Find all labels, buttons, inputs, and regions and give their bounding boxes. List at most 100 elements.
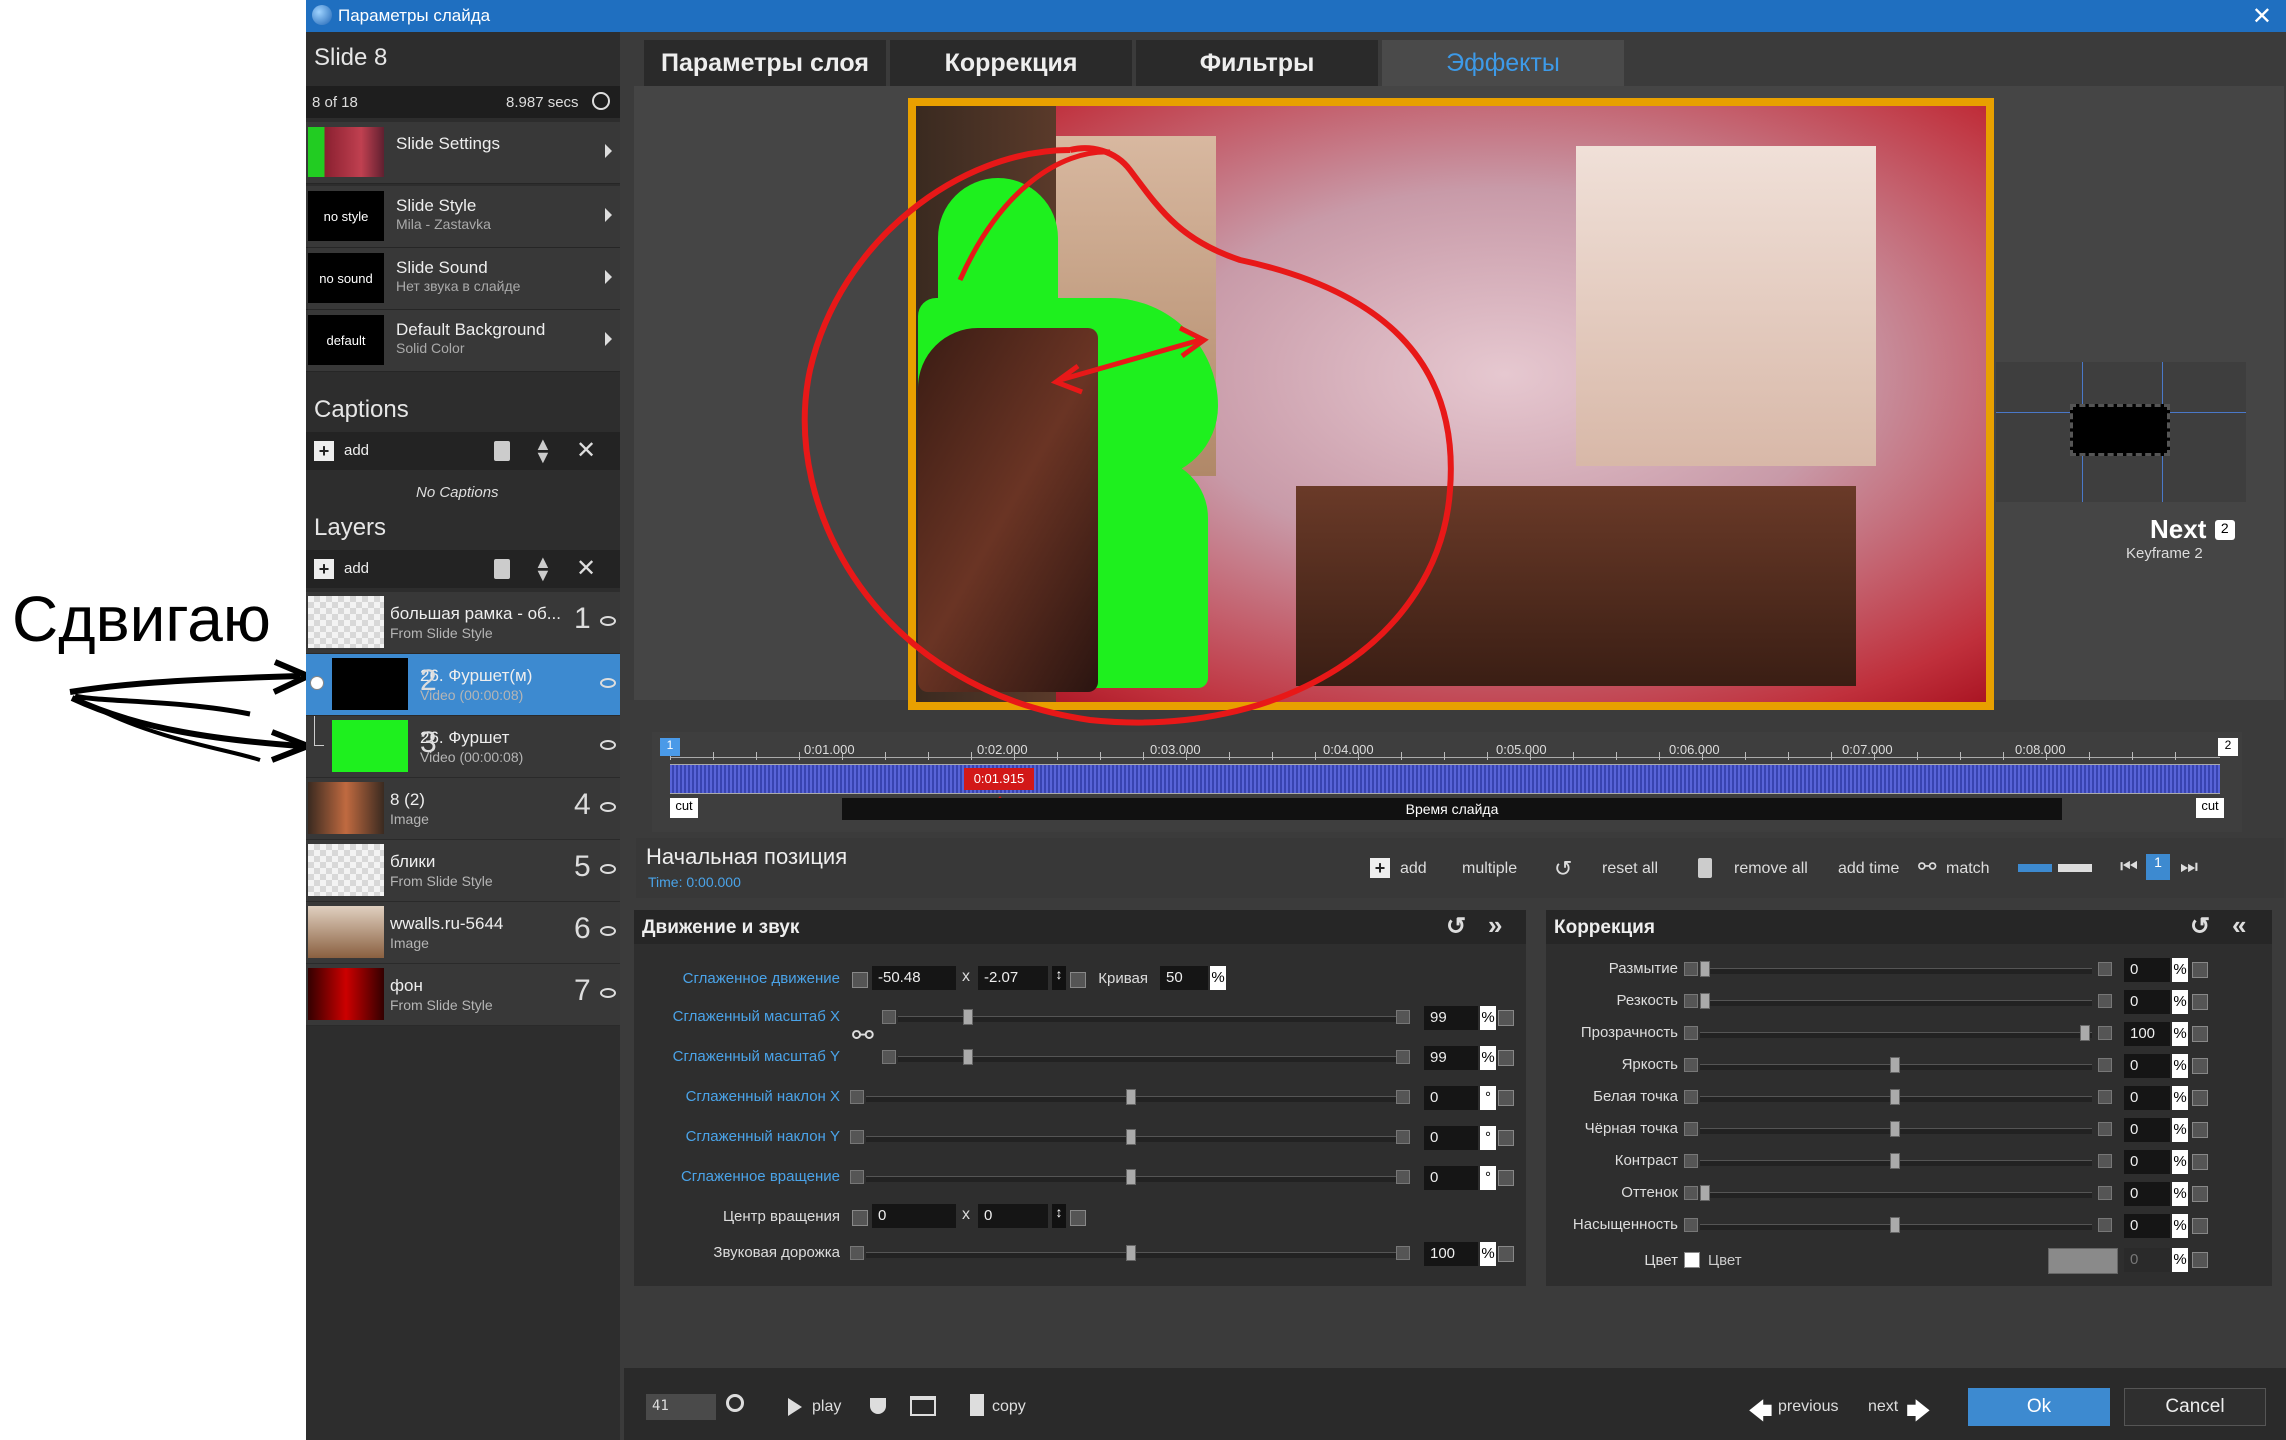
correction-check[interactable]	[2192, 1026, 2208, 1042]
slide-settings-row[interactable]: Slide Settings	[306, 122, 620, 184]
correction-slider[interactable]	[1700, 968, 2092, 974]
eye-icon[interactable]	[600, 864, 616, 874]
timeline[interactable]: 0:01.000 0:02.000 0:03.000 0:04.000 0:05.000…	[652, 732, 2242, 832]
correction-max[interactable]	[2098, 1090, 2112, 1104]
correction-knob[interactable]	[1890, 1057, 1900, 1073]
correction-field[interactable]: 0	[2124, 1118, 2170, 1142]
center-lock[interactable]	[852, 1210, 868, 1226]
add-time-button[interactable]: add time	[1838, 860, 1899, 878]
pan-y-field[interactable]: -2.07	[978, 966, 1048, 990]
correction-knob[interactable]	[1890, 1153, 1900, 1169]
zoom_y-check[interactable]	[1498, 1050, 1514, 1066]
correction-slider[interactable]	[1700, 1000, 2092, 1006]
link-icon[interactable]: ⚯	[1918, 854, 1936, 880]
close-icon[interactable]: ✕	[2252, 2, 2272, 31]
rot-check[interactable]	[1498, 1170, 1514, 1186]
layer-select-radio[interactable]	[310, 676, 324, 690]
play-icon[interactable]	[788, 1398, 802, 1416]
pan-lock[interactable]	[852, 972, 868, 988]
layer-row-image-8-2[interactable]: 8 (2) Image 4	[306, 778, 620, 840]
zoom_x-field[interactable]: 99	[1424, 1006, 1478, 1030]
zoom_y-max[interactable]	[1396, 1050, 1410, 1064]
layer-row-background[interactable]: фон From Slide Style 7	[306, 964, 620, 1026]
rot-knob[interactable]	[1126, 1169, 1136, 1185]
correction-min[interactable]	[1684, 1026, 1698, 1040]
tilt_x-check[interactable]	[1498, 1090, 1514, 1106]
first-keyframe-icon[interactable]: ⏮	[2120, 856, 2138, 879]
pan-x-field[interactable]: -50.48	[872, 966, 956, 990]
tab-layer-settings[interactable]: Параметры слоя	[644, 40, 886, 86]
layer-row-frame[interactable]: большая рамка - об... From Slide Style 1	[306, 592, 620, 654]
correction-knob[interactable]	[1700, 1185, 1710, 1201]
correction-min[interactable]	[1684, 994, 1698, 1008]
collapse-icon[interactable]: »	[1488, 910, 1502, 941]
eye-icon[interactable]	[600, 988, 616, 998]
trash-icon[interactable]	[494, 441, 510, 461]
default-background-row[interactable]: default Default Background Solid Color	[306, 310, 620, 372]
reorder-icon[interactable]: ▲ ▼	[534, 435, 552, 466]
audio-max[interactable]	[1396, 1246, 1410, 1260]
eye-icon[interactable]	[600, 678, 616, 688]
copy-button[interactable]: copy	[992, 1398, 1026, 1416]
tools-icon[interactable]: ✕	[576, 436, 596, 465]
tilt_x-field[interactable]: 0	[1424, 1086, 1478, 1110]
correction-slider[interactable]	[1700, 1192, 2092, 1198]
playhead-time[interactable]: 0:01.915	[964, 768, 1034, 790]
correction-check[interactable]	[2192, 1122, 2208, 1138]
correction-max[interactable]	[2098, 994, 2112, 1008]
reset-icon[interactable]: ↺	[1446, 912, 1466, 941]
fullscreen-icon[interactable]	[910, 1396, 936, 1416]
correction-min[interactable]	[1684, 1122, 1698, 1136]
slide-style-row[interactable]: no style Slide Style Mila - Zastavka	[306, 186, 620, 248]
current-keyframe-icon[interactable]: 1	[2146, 854, 2170, 880]
correction-max[interactable]	[2098, 1186, 2112, 1200]
zoom_y-field[interactable]: 99	[1424, 1046, 1478, 1070]
eye-icon[interactable]	[600, 740, 616, 750]
center-check[interactable]	[1070, 1210, 1086, 1226]
eye-icon[interactable]	[600, 926, 616, 936]
rot-max[interactable]	[1396, 1170, 1410, 1184]
tilt_x-max[interactable]	[1396, 1090, 1410, 1104]
reorder-icon[interactable]: ▲ ▼	[534, 553, 552, 584]
zoom_x-knob[interactable]	[962, 1009, 973, 1025]
center-y-field[interactable]: 0	[978, 1204, 1048, 1228]
audio-knob[interactable]	[1126, 1245, 1136, 1261]
correction-field[interactable]: 0	[2124, 990, 2170, 1014]
correction-field[interactable]: 0	[2124, 1150, 2170, 1174]
correction-min[interactable]	[1684, 962, 1698, 976]
ok-button[interactable]: Ok	[1968, 1388, 2110, 1426]
tilt_x-min[interactable]	[850, 1090, 864, 1104]
zoom-link-icon[interactable]: ⚯	[852, 1020, 874, 1051]
correction-max[interactable]	[2098, 962, 2112, 976]
correction-max[interactable]	[2098, 1154, 2112, 1168]
keyframe-2-marker[interactable]: 2	[2218, 738, 2238, 756]
correction-check[interactable]	[2192, 962, 2208, 978]
add-keyframe-icon[interactable]: +	[1370, 858, 1390, 878]
rot-min[interactable]	[850, 1170, 864, 1184]
bookmark-icon[interactable]	[870, 1398, 886, 1414]
color-swatch[interactable]	[2048, 1248, 2118, 1274]
color-checkbox[interactable]	[1684, 1252, 1700, 1268]
cut-left[interactable]: cut	[670, 798, 698, 818]
tilt_y-max[interactable]	[1396, 1130, 1410, 1144]
correction-max[interactable]	[2098, 1218, 2112, 1232]
correction-check[interactable]	[2192, 1218, 2208, 1234]
correction-knob[interactable]	[1700, 961, 1710, 977]
correction-knob[interactable]	[1890, 1217, 1900, 1233]
tilt_y-knob[interactable]	[1126, 1129, 1136, 1145]
correction-knob[interactable]	[1890, 1121, 1900, 1137]
add-keyframe-button[interactable]: add	[1400, 860, 1427, 878]
arrow-left-icon[interactable]: 🡄	[1748, 1394, 1773, 1435]
layer-row-green-screen-matte[interactable]: 26. Фуршет(м) Video (00:00:08) 2	[306, 654, 620, 716]
eye-icon[interactable]	[600, 616, 616, 626]
last-keyframe-icon[interactable]: ⏭	[2180, 856, 2198, 879]
reset-all-button[interactable]: reset all	[1602, 860, 1658, 878]
slide-sound-row[interactable]: no sound Slide Sound Нет звука в слайде	[306, 248, 620, 310]
correction-field[interactable]: 100	[2124, 1022, 2170, 1046]
reset-icon[interactable]: ↺	[2190, 912, 2210, 941]
correction-field[interactable]: 0	[2124, 1086, 2170, 1110]
tilt_y-field[interactable]: 0	[1424, 1126, 1478, 1150]
correction-max[interactable]	[2098, 1122, 2112, 1136]
correction-max[interactable]	[2098, 1058, 2112, 1072]
match-button[interactable]: match	[1946, 860, 1990, 878]
